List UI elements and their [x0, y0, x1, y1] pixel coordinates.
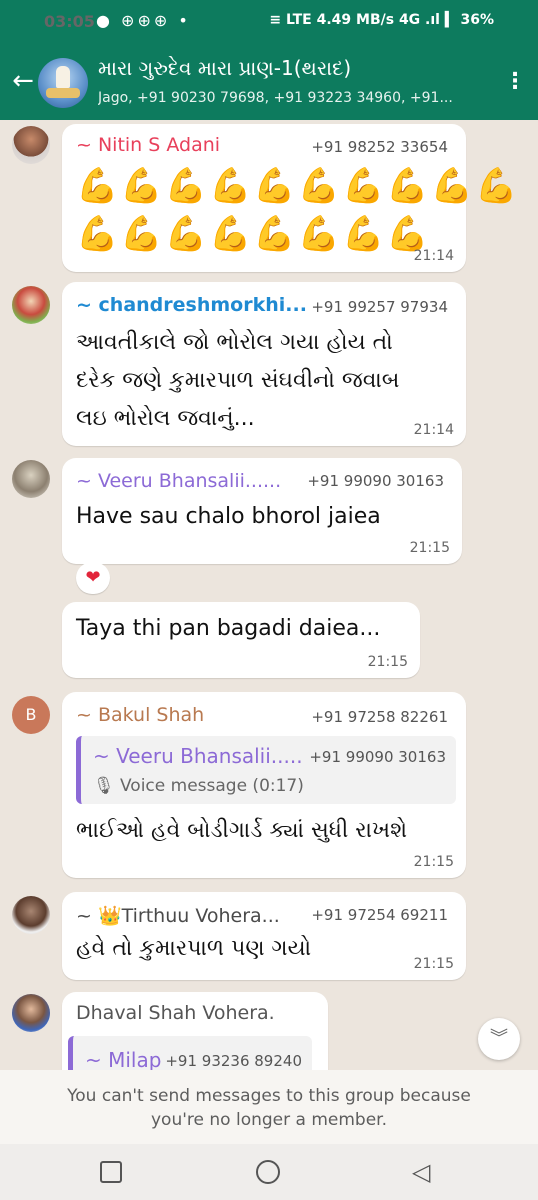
avatar[interactable]	[12, 896, 50, 934]
message-bubble[interactable]: ~ 👑Tirthuu Vohera... +91 97254 69211 હવે…	[62, 892, 466, 980]
quoted-sender-phone: +91 93236 89240	[165, 1052, 302, 1070]
quoted-message[interactable]: ~ Veeru Bhansalii..... +91 99090 30163 🎙…	[76, 736, 456, 804]
message-time: 21:15	[413, 854, 454, 870]
status-right-indicators: ≡ LTE 4.49 MB/s 4G .ıl ▍ 36%	[269, 12, 494, 28]
sender-phone: +91 98252 33654	[311, 138, 448, 156]
system-nav-bar: ◁	[0, 1144, 538, 1200]
message-bubble[interactable]: ~ Nitin S Adani +91 98252 33654 💪💪💪💪💪💪💪💪…	[62, 124, 517, 272]
status-time: 03:05	[44, 12, 95, 31]
message-text: Taya thi pan bagadi daiea...	[76, 616, 381, 641]
sender-name[interactable]: Dhaval Shah Vohera.	[76, 1002, 275, 1024]
message-list[interactable]: ~ Nitin S Adani +91 98252 33654 💪💪💪💪💪💪💪💪…	[0, 120, 538, 1070]
sender-name[interactable]: ~ Bakul Shah	[76, 704, 204, 726]
message-text: ભાઈઓ હવે બોડીગાર્ડ ક્યાં સુધી રાખશે	[76, 818, 408, 843]
chat-header: ← મારા ગુરુદેવ મારા પ્રાણ-1(થરાદ) Jago, …	[0, 44, 538, 120]
quoted-sender-name: ~ Milap	[85, 1048, 162, 1070]
message-bubble[interactable]: Taya thi pan bagadi daiea... 21:15	[62, 602, 420, 678]
arrow-back-icon[interactable]: ←	[8, 66, 38, 96]
sender-phone: +91 99257 97934	[311, 298, 448, 316]
avatar[interactable]	[12, 994, 50, 1032]
sender-name[interactable]: ~ chandreshmorkhi...	[76, 294, 307, 316]
message-text: દરેક જણે કુમારપાળ સંઘવીનો જવાબ	[76, 368, 400, 393]
sender-name[interactable]: ~ Nitin S Adani	[76, 134, 220, 156]
message-time: 21:14	[413, 422, 454, 438]
status-bar: 03:05 ● ⊕⊕⊕ • ≡ LTE 4.49 MB/s 4G .ıl ▍ 3…	[0, 0, 538, 44]
avatar[interactable]	[12, 126, 50, 164]
message-text: Have sau chalo bhorol jaiea	[76, 504, 381, 529]
message-bubble[interactable]: Dhaval Shah Vohera. ~ Milap +91 93236 89…	[62, 992, 328, 1070]
message-bubble[interactable]: ~ chandreshmorkhi... +91 99257 97934 આવત…	[62, 282, 466, 446]
message-time: 21:15	[367, 654, 408, 670]
group-members-subtitle[interactable]: Jago, +91 90230 79698, +91 93223 34960, …	[98, 90, 478, 106]
sender-phone: +91 99090 30163	[307, 472, 444, 490]
sender-name[interactable]: ~ Veeru Bhansalii......	[76, 470, 281, 492]
quoted-sender-name: ~ Veeru Bhansalii.....	[93, 744, 303, 768]
sender-phone: +91 97258 82261	[311, 708, 448, 726]
avatar[interactable]: B	[12, 696, 50, 734]
message-time: 21:14	[413, 248, 454, 264]
sender-name[interactable]: ~ 👑Tirthuu Vohera...	[76, 904, 280, 927]
recents-square-icon[interactable]	[100, 1161, 122, 1183]
home-circle-icon[interactable]	[256, 1160, 280, 1184]
message-text: હવે તો કુમારપાળ પણ ગયો	[76, 936, 312, 961]
message-bubble[interactable]: ~ Veeru Bhansalii...... +91 99090 30163 …	[62, 458, 462, 564]
notification-icons: ● ⊕⊕⊕ •	[96, 11, 191, 30]
emoji-row: 💪💪💪💪💪💪💪💪	[76, 214, 431, 254]
avatar-letter: B	[25, 705, 37, 724]
emoji-row: 💪💪💪💪💪💪💪💪💪💪	[76, 166, 520, 206]
avatar[interactable]	[12, 460, 50, 498]
avatar[interactable]	[12, 286, 50, 324]
group-avatar[interactable]	[38, 58, 88, 108]
more-vertical-icon[interactable]: ⋮	[504, 64, 526, 100]
heart-reaction-icon[interactable]: ❤	[76, 562, 110, 594]
quoted-sender-phone: +91 99090 30163	[309, 748, 446, 766]
not-member-notice: You can't send messages to this group be…	[0, 1070, 538, 1144]
message-time: 21:15	[409, 540, 450, 556]
quoted-message[interactable]: ~ Milap +91 93236 89240	[68, 1036, 312, 1070]
chevrons-down-icon[interactable]: ︾	[478, 1018, 520, 1060]
back-triangle-icon[interactable]: ◁	[412, 1158, 440, 1186]
message-time: 21:15	[413, 956, 454, 972]
message-text: લઇ ભોરોલ જવાનું...	[76, 406, 255, 431]
message-text: આવતીકાલે જો ભોરોલ ગયા હોય તો	[76, 330, 393, 355]
group-title[interactable]: મારા ગુરુદેવ મારા પ્રાણ-1(થરાદ)	[98, 56, 351, 80]
quoted-voice-message: 🎙 Voice message (0:17)	[93, 776, 304, 796]
sender-phone: +91 97254 69211	[311, 906, 448, 924]
message-bubble[interactable]: ~ Bakul Shah +91 97258 82261 ~ Veeru Bha…	[62, 692, 466, 878]
